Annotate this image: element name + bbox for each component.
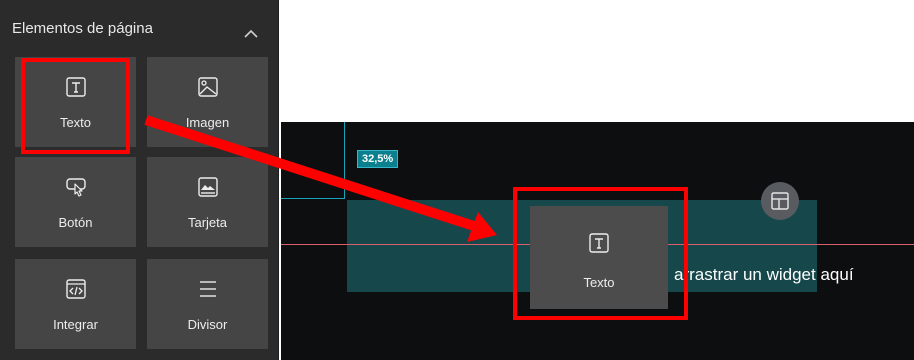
drop-hint: arrastrar un widget aquí: [653, 265, 854, 285]
panel-title: Elementos de página: [12, 20, 153, 37]
chevron-up-icon[interactable]: [243, 27, 259, 39]
divider-icon: [199, 281, 216, 297]
image-icon: [197, 77, 218, 97]
widget-tile-label: Divisor: [187, 317, 228, 332]
card-icon: [197, 177, 218, 197]
widget-tile-label: Texto: [59, 115, 92, 130]
size-percentage-badge: 32,5%: [357, 150, 399, 168]
panel-header[interactable]: Elementos de página: [0, 0, 279, 50]
page-canvas[interactable]: 32,5% arrastrar un widget aquí Texto: [281, 122, 914, 360]
widget-tile-text[interactable]: Texto: [15, 57, 136, 147]
text-icon: [65, 77, 86, 97]
text-icon: [589, 233, 609, 253]
widget-tile-embed[interactable]: Integrar: [15, 259, 136, 349]
widget-tile-divider[interactable]: Divisor: [147, 259, 268, 349]
button-icon: [65, 178, 86, 197]
widget-tile-button[interactable]: Botón: [15, 157, 136, 247]
dragging-widget-label: Texto: [583, 275, 615, 290]
layout-button[interactable]: [761, 182, 799, 220]
embed-icon: [65, 279, 86, 299]
dragging-widget-text[interactable]: Texto: [530, 206, 668, 309]
page-elements-panel: Elementos de página Texto Imagen Botón T…: [0, 0, 279, 360]
widget-tile-label: Tarjeta: [187, 215, 228, 230]
layout-icon: [771, 192, 789, 210]
widget-tile-image[interactable]: Imagen: [147, 57, 268, 147]
widget-tile-card[interactable]: Tarjeta: [147, 157, 268, 247]
section-outline: [281, 122, 345, 199]
widget-tile-label: Imagen: [185, 115, 230, 130]
drop-hint-text: arrastrar un widget aquí: [674, 265, 854, 284]
widget-tile-label: Botón: [58, 215, 93, 230]
widget-tile-label: Integrar: [53, 317, 98, 332]
